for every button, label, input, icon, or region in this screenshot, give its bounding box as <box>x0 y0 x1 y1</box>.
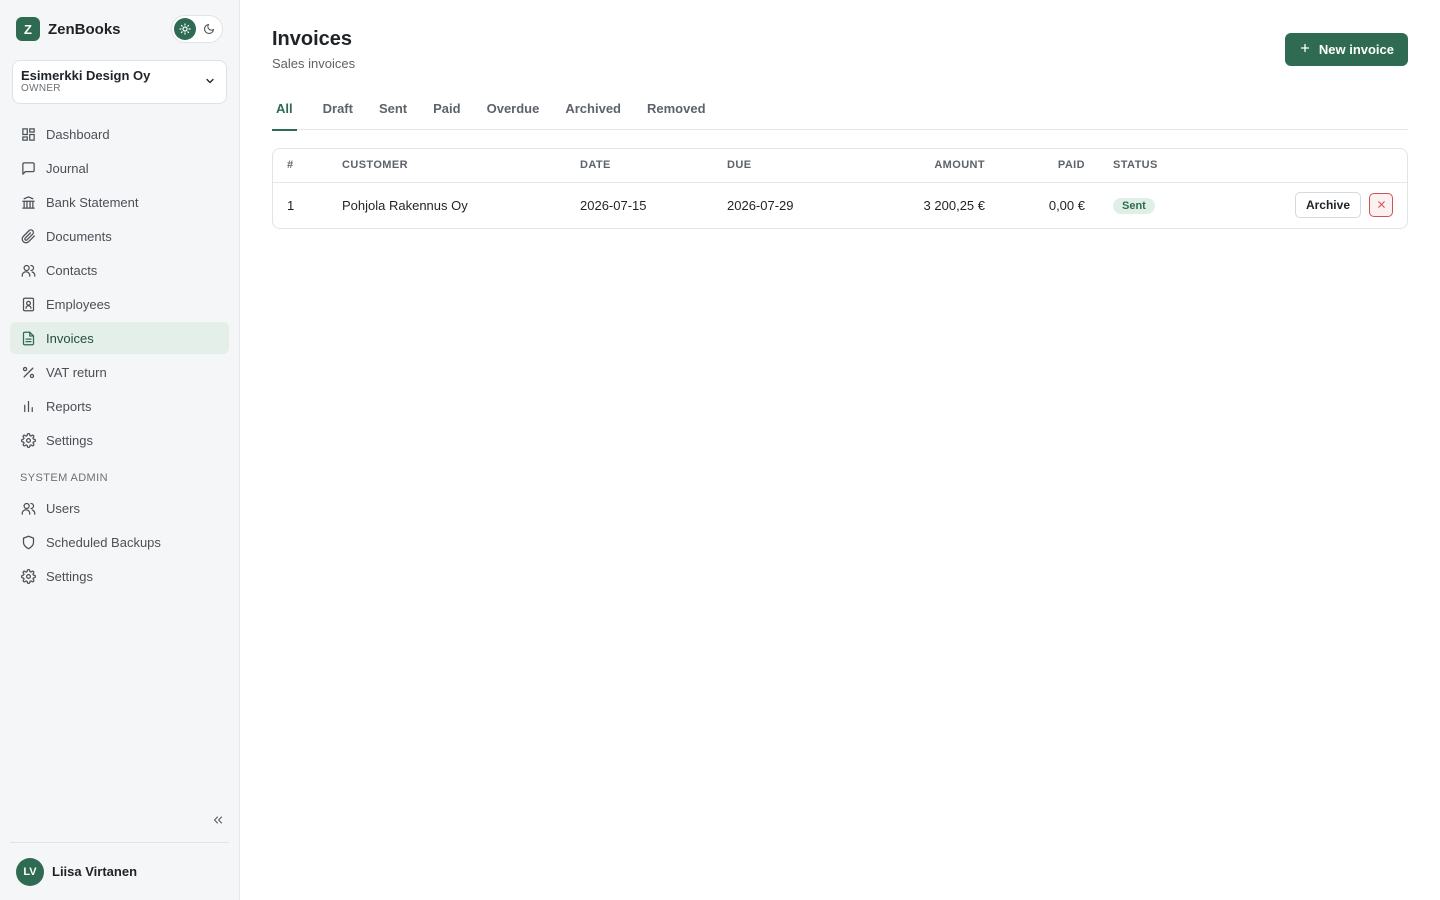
sidebar-item-label: Reports <box>46 398 92 414</box>
organization-name: Esimerkki Design Oy <box>21 68 151 83</box>
cell-customer: Pohjola Rakennus Oy <box>342 197 468 213</box>
sidebar-item-documents[interactable]: Documents <box>10 220 229 252</box>
sun-icon[interactable] <box>174 18 196 40</box>
column-header-customer: CUSTOMER <box>342 149 580 183</box>
column-header-amount: AMOUNT <box>874 149 985 183</box>
invoice-tabs: All Draft Sent Paid Overdue Archived Rem… <box>272 93 1408 131</box>
sidebar-item-label: Dashboard <box>46 126 110 142</box>
sidebar-item-label: Users <box>46 500 80 516</box>
collapse-sidebar-icon[interactable] <box>211 813 225 830</box>
sidebar-item-invoices[interactable]: Invoices <box>10 322 229 354</box>
sidebar-item-label: Documents <box>46 228 112 244</box>
sidebar-item-label: Journal <box>46 160 89 176</box>
cell-amount: 3 200,25 € <box>923 197 985 213</box>
column-header-number: # <box>273 149 342 183</box>
avatar: LV <box>16 857 44 886</box>
gear-icon <box>20 432 36 448</box>
cell-actions: Archive <box>1212 182 1407 228</box>
percent-icon <box>20 364 36 380</box>
sidebar-footer: LV Liisa Virtanen <box>10 813 229 900</box>
column-header-actions <box>1211 149 1407 183</box>
organization-selector[interactable]: Esimerkki Design Oy OWNER <box>12 60 227 104</box>
sidebar-item-label: Invoices <box>46 330 94 346</box>
new-invoice-button[interactable]: New invoice <box>1284 33 1408 66</box>
column-header-status: STATUS <box>1085 149 1212 183</box>
app-logo: Z <box>16 17 40 41</box>
sidebar-item-label: Scheduled Backups <box>46 534 161 550</box>
sidebar-item-scheduled-backups[interactable]: Scheduled Backups <box>10 526 229 558</box>
user-name: Liisa Virtanen <box>52 864 138 879</box>
brand-row: Z ZenBooks <box>10 0 229 58</box>
tab-draft[interactable]: Draft <box>310 93 366 130</box>
sidebar-item-users[interactable]: Users <box>10 492 229 524</box>
sidebar-item-employees[interactable]: Employees <box>10 288 229 320</box>
sidebar-item-label: Settings <box>46 568 93 584</box>
plus-icon <box>1299 42 1311 57</box>
moon-icon[interactable] <box>198 18 220 40</box>
sidebar-item-bank-statement[interactable]: Bank Statement <box>10 186 229 218</box>
main-nav: Dashboard Journal Bank Statement Documen… <box>10 118 229 592</box>
invoices-table: # CUSTOMER DATE DUE AMOUNT PAID STATUS 1… <box>272 148 1408 229</box>
brand[interactable]: Z ZenBooks <box>16 17 121 41</box>
table-header-row: # CUSTOMER DATE DUE AMOUNT PAID STATUS <box>273 149 1407 183</box>
user-profile[interactable]: LV Liisa Virtanen <box>10 842 229 900</box>
file-icon <box>20 330 36 346</box>
sidebar-item-label: Employees <box>46 296 111 312</box>
section-label-system-admin: SYSTEM ADMIN <box>20 472 108 484</box>
sidebar-item-journal[interactable]: Journal <box>10 152 229 184</box>
app-name: ZenBooks <box>48 20 121 38</box>
users-icon <box>20 500 36 516</box>
bar-chart-icon <box>20 398 36 414</box>
sidebar-item-label: VAT return <box>46 364 107 380</box>
journal-icon <box>20 160 36 176</box>
users-icon <box>20 262 36 278</box>
tab-paid[interactable]: Paid <box>420 93 473 130</box>
chevron-down-icon <box>204 75 216 90</box>
bank-icon <box>20 194 36 210</box>
paperclip-icon <box>20 228 36 244</box>
tab-all[interactable]: All <box>272 93 297 131</box>
sidebar-item-settings[interactable]: Settings <box>10 424 229 456</box>
cell-number: 1 <box>287 197 295 213</box>
page-subtitle: Sales invoices <box>272 56 356 71</box>
tab-removed[interactable]: Removed <box>634 93 719 130</box>
remove-button[interactable] <box>1369 193 1393 218</box>
cell-paid: 0,00 € <box>1048 197 1085 213</box>
shield-icon <box>20 534 36 550</box>
theme-toggle[interactable] <box>171 15 223 43</box>
tab-sent[interactable]: Sent <box>366 93 420 130</box>
close-icon <box>1376 198 1387 213</box>
main-content: Invoices Sales invoices New invoice All … <box>240 0 1440 900</box>
tab-archived[interactable]: Archived <box>552 93 634 130</box>
sidebar-item-contacts[interactable]: Contacts <box>10 254 229 286</box>
sidebar-item-label: Settings <box>46 432 93 448</box>
sidebar-item-reports[interactable]: Reports <box>10 390 229 422</box>
status-badge: Sent <box>1113 197 1155 214</box>
organization-role: OWNER <box>21 83 61 94</box>
sidebar-item-dashboard[interactable]: Dashboard <box>10 118 229 150</box>
gear-icon <box>20 568 36 584</box>
cell-date: 2026-07-15 <box>580 197 647 213</box>
tab-overdue[interactable]: Overdue <box>474 93 553 130</box>
sidebar: Z ZenBooks Esimerkki Design Oy OWNER Das… <box>0 0 240 900</box>
page-header: Invoices Sales invoices New invoice <box>272 0 1408 71</box>
cell-due: 2026-07-29 <box>727 197 794 213</box>
badge-icon <box>20 296 36 312</box>
cell-status: Sent <box>1085 182 1212 228</box>
collapse-row <box>10 813 229 842</box>
page-title: Invoices <box>272 28 353 50</box>
table-row[interactable]: 1 Pohjola Rakennus Oy 2026-07-15 2026-07… <box>273 182 1407 228</box>
column-header-due: DUE <box>727 149 874 183</box>
sidebar-item-label: Contacts <box>46 262 98 278</box>
archive-button[interactable]: Archive <box>1294 192 1361 219</box>
column-header-date: DATE <box>580 149 727 183</box>
sidebar-item-label: Bank Statement <box>46 194 139 210</box>
sidebar-item-vat-return[interactable]: VAT return <box>10 356 229 388</box>
sidebar-item-admin-settings[interactable]: Settings <box>10 560 229 592</box>
dashboard-icon <box>20 126 36 142</box>
new-invoice-label: New invoice <box>1318 42 1394 57</box>
column-header-paid: PAID <box>985 149 1085 183</box>
